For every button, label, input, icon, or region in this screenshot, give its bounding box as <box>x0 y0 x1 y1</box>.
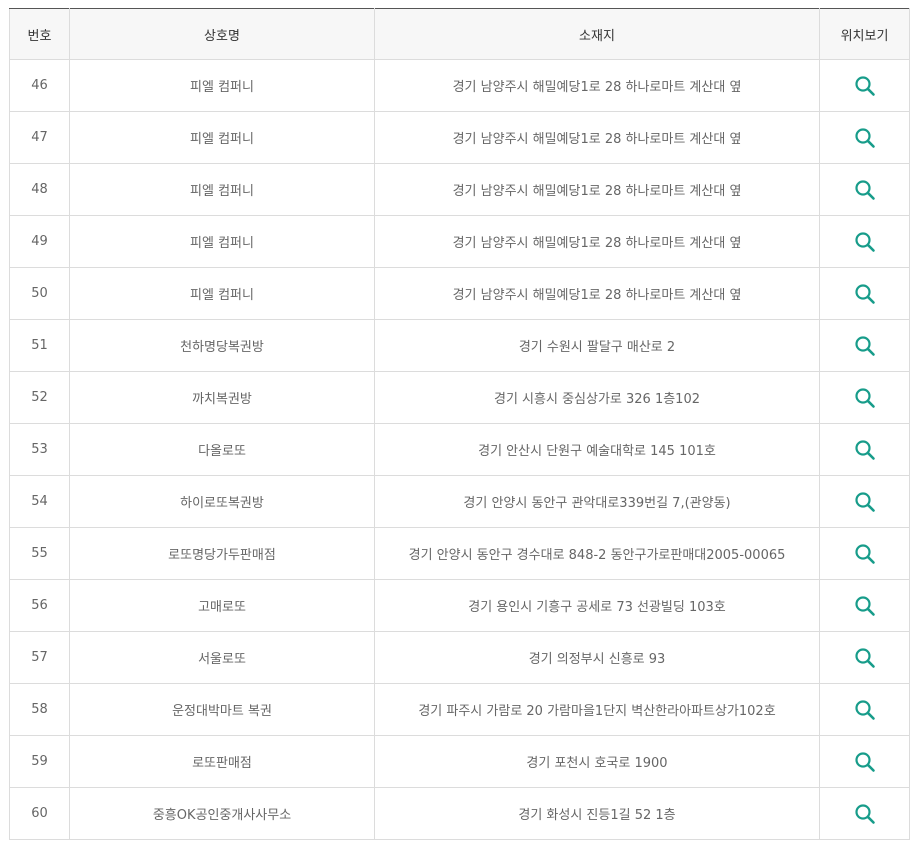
table-row: 51 천하명당복권방 경기 수원시 팔달구 매산로 2 <box>9 319 910 372</box>
table-row: 54 하이로또복권방 경기 안양시 동안구 관악대로339번길 7,(관양동) <box>9 475 910 528</box>
row-address: 경기 의정부시 신흥로 93 <box>374 631 820 684</box>
table-row: 58 운정대박마트 복권 경기 파주시 가람로 20 가람마을1단지 벽산한라아파트… <box>9 683 910 736</box>
row-store-name: 다올로또 <box>69 423 375 476</box>
row-address: 경기 안산시 단원구 예술대학로 145 101호 <box>374 423 820 476</box>
row-store-name: 피엘 컴퍼니 <box>69 111 375 164</box>
row-store-name: 로또판매점 <box>69 735 375 788</box>
row-store-name: 하이로또복권방 <box>69 475 375 528</box>
table-row: 47 피엘 컴퍼니 경기 남양주시 해밀예당1로 28 하나로마트 계산대 옆 <box>9 111 910 164</box>
row-address: 경기 시흥시 중심상가로 326 1층102 <box>374 371 820 424</box>
store-table: 번호 상호명 소재지 위치보기 46 피엘 컴퍼니 경기 남양주시 해밀예당1로 2… <box>9 8 910 840</box>
row-view-location-cell <box>819 111 910 164</box>
search-icon[interactable] <box>854 595 876 617</box>
header-address: 소재지 <box>374 8 820 60</box>
search-icon[interactable] <box>854 543 876 565</box>
row-view-location-cell <box>819 631 910 684</box>
table-body: 46 피엘 컴퍼니 경기 남양주시 해밀예당1로 28 하나로마트 계산대 옆 47 피… <box>9 59 910 840</box>
table-row: 56 고매로또 경기 용인시 기흥구 공세로 73 선광빌딩 103호 <box>9 579 910 632</box>
row-address: 경기 안양시 동안구 관악대로339번길 7,(관양동) <box>374 475 820 528</box>
row-address: 경기 화성시 진등1길 52 1층 <box>374 787 820 840</box>
row-address: 경기 포천시 호국로 1900 <box>374 735 820 788</box>
row-store-name: 피엘 컴퍼니 <box>69 267 375 320</box>
row-view-location-cell <box>819 527 910 580</box>
search-icon[interactable] <box>854 75 876 97</box>
row-store-name: 로또명당가두판매점 <box>69 527 375 580</box>
table-row: 48 피엘 컴퍼니 경기 남양주시 해밀예당1로 28 하나로마트 계산대 옆 <box>9 163 910 216</box>
search-icon[interactable] <box>854 179 876 201</box>
search-icon[interactable] <box>854 335 876 357</box>
table-row: 55 로또명당가두판매점 경기 안양시 동안구 경수대로 848-2 동안구가로판매… <box>9 527 910 580</box>
row-number: 49 <box>9 215 70 268</box>
row-number: 46 <box>9 59 70 112</box>
row-number: 52 <box>9 371 70 424</box>
search-icon[interactable] <box>854 699 876 721</box>
search-icon[interactable] <box>854 491 876 513</box>
row-address: 경기 용인시 기흥구 공세로 73 선광빌딩 103호 <box>374 579 820 632</box>
search-icon[interactable] <box>854 387 876 409</box>
search-icon[interactable] <box>854 231 876 253</box>
row-view-location-cell <box>819 371 910 424</box>
row-address: 경기 수원시 팔달구 매산로 2 <box>374 319 820 372</box>
row-number: 54 <box>9 475 70 528</box>
row-view-location-cell <box>819 475 910 528</box>
search-icon[interactable] <box>854 127 876 149</box>
header-number: 번호 <box>9 8 70 60</box>
table-row: 57 서울로또 경기 의정부시 신흥로 93 <box>9 631 910 684</box>
row-view-location-cell <box>819 215 910 268</box>
table-row: 49 피엘 컴퍼니 경기 남양주시 해밀예당1로 28 하나로마트 계산대 옆 <box>9 215 910 268</box>
row-number: 55 <box>9 527 70 580</box>
header-view-location: 위치보기 <box>819 8 910 60</box>
search-icon[interactable] <box>854 803 876 825</box>
row-store-name: 피엘 컴퍼니 <box>69 215 375 268</box>
row-store-name: 피엘 컴퍼니 <box>69 59 375 112</box>
row-view-location-cell <box>819 579 910 632</box>
row-view-location-cell <box>819 319 910 372</box>
row-number: 56 <box>9 579 70 632</box>
row-address: 경기 안양시 동안구 경수대로 848-2 동안구가로판매대2005-00065 <box>374 527 820 580</box>
row-store-name: 운정대박마트 복권 <box>69 683 375 736</box>
row-store-name: 중흥OK공인중개사사무소 <box>69 787 375 840</box>
row-address: 경기 남양주시 해밀예당1로 28 하나로마트 계산대 옆 <box>374 267 820 320</box>
row-view-location-cell <box>819 423 910 476</box>
table-row: 60 중흥OK공인중개사사무소 경기 화성시 진등1길 52 1층 <box>9 787 910 840</box>
row-store-name: 까치복권방 <box>69 371 375 424</box>
row-address: 경기 남양주시 해밀예당1로 28 하나로마트 계산대 옆 <box>374 215 820 268</box>
search-icon[interactable] <box>854 439 876 461</box>
row-view-location-cell <box>819 163 910 216</box>
row-view-location-cell <box>819 59 910 112</box>
row-store-name: 피엘 컴퍼니 <box>69 163 375 216</box>
row-address: 경기 남양주시 해밀예당1로 28 하나로마트 계산대 옆 <box>374 59 820 112</box>
row-view-location-cell <box>819 787 910 840</box>
table-row: 46 피엘 컴퍼니 경기 남양주시 해밀예당1로 28 하나로마트 계산대 옆 <box>9 59 910 112</box>
header-store-name: 상호명 <box>69 8 375 60</box>
search-icon[interactable] <box>854 751 876 773</box>
row-store-name: 서울로또 <box>69 631 375 684</box>
table-row: 50 피엘 컴퍼니 경기 남양주시 해밀예당1로 28 하나로마트 계산대 옆 <box>9 267 910 320</box>
table-header-row: 번호 상호명 소재지 위치보기 <box>9 8 910 60</box>
row-number: 58 <box>9 683 70 736</box>
table-row: 59 로또판매점 경기 포천시 호국로 1900 <box>9 735 910 788</box>
row-view-location-cell <box>819 683 910 736</box>
table-row: 52 까치복권방 경기 시흥시 중심상가로 326 1층102 <box>9 371 910 424</box>
search-icon[interactable] <box>854 283 876 305</box>
row-view-location-cell <box>819 267 910 320</box>
row-number: 60 <box>9 787 70 840</box>
row-number: 59 <box>9 735 70 788</box>
row-address: 경기 파주시 가람로 20 가람마을1단지 벽산한라아파트상가102호 <box>374 683 820 736</box>
table-row: 53 다올로또 경기 안산시 단원구 예술대학로 145 101호 <box>9 423 910 476</box>
row-number: 48 <box>9 163 70 216</box>
store-list: 번호 상호명 소재지 위치보기 46 피엘 컴퍼니 경기 남양주시 해밀예당1로 2… <box>9 8 910 840</box>
row-address: 경기 남양주시 해밀예당1로 28 하나로마트 계산대 옆 <box>374 163 820 216</box>
row-number: 53 <box>9 423 70 476</box>
search-icon[interactable] <box>854 647 876 669</box>
row-number: 51 <box>9 319 70 372</box>
row-store-name: 천하명당복권방 <box>69 319 375 372</box>
row-number: 47 <box>9 111 70 164</box>
row-number: 57 <box>9 631 70 684</box>
row-view-location-cell <box>819 735 910 788</box>
row-store-name: 고매로또 <box>69 579 375 632</box>
row-number: 50 <box>9 267 70 320</box>
row-address: 경기 남양주시 해밀예당1로 28 하나로마트 계산대 옆 <box>374 111 820 164</box>
